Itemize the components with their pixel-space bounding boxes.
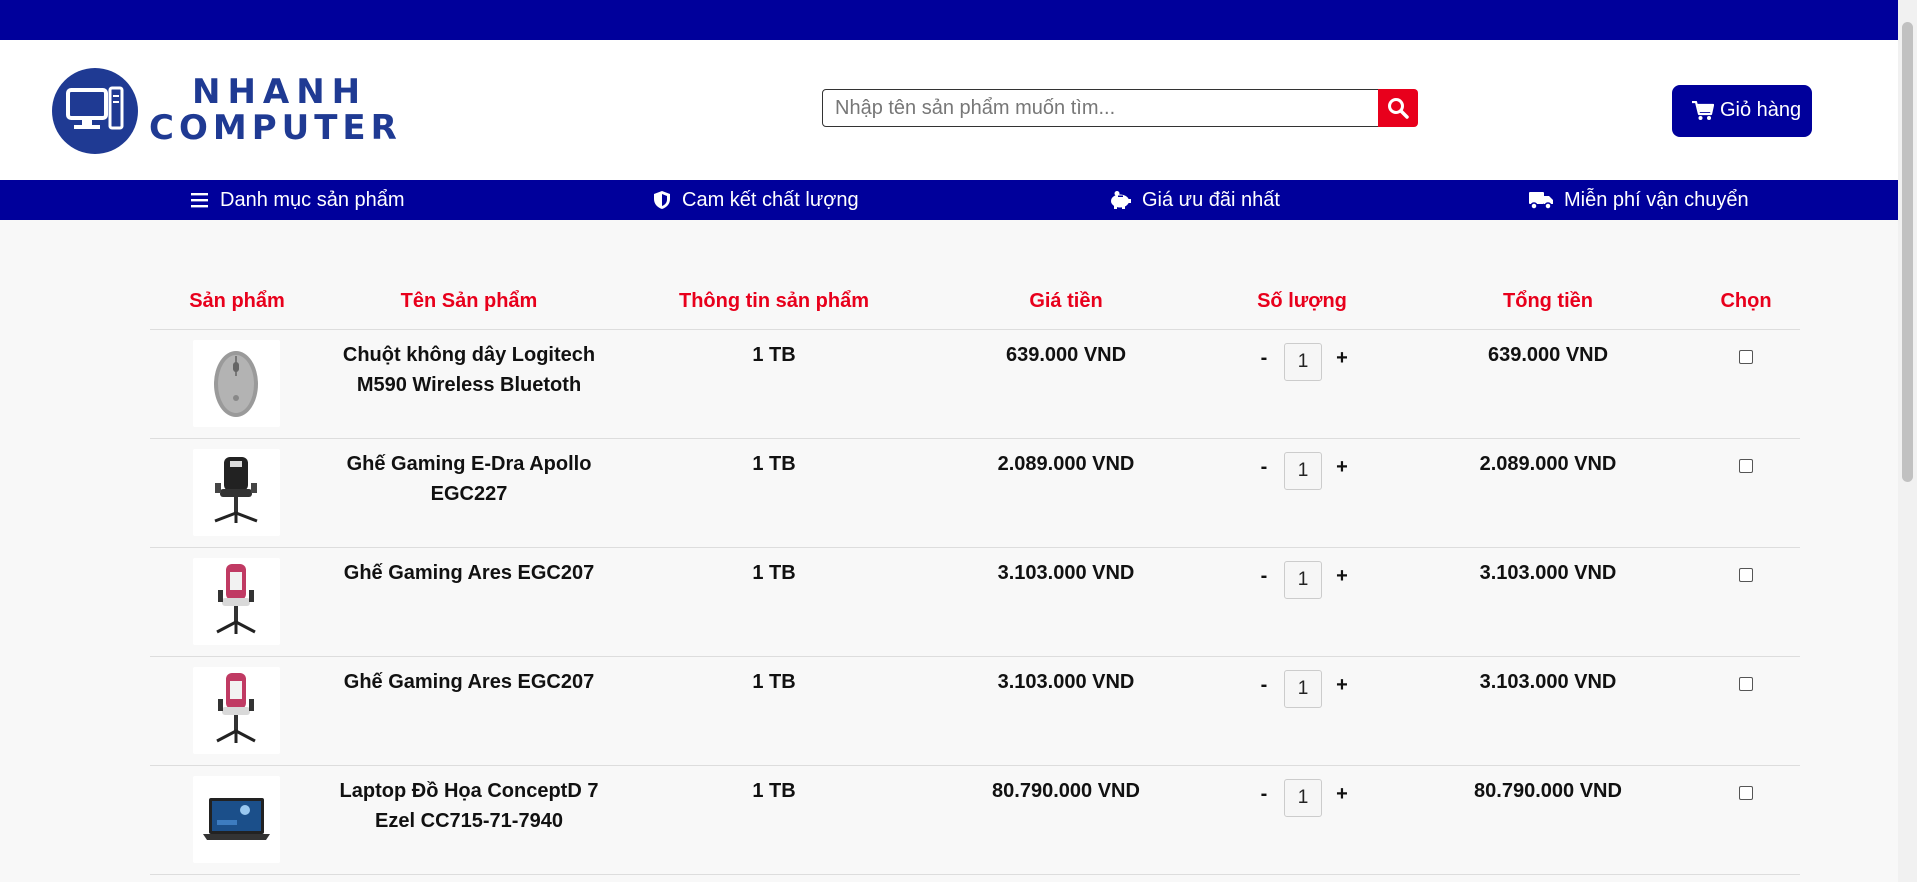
nav-item-free-shipping[interactable]: Miễn phí vận chuyển	[1528, 180, 1749, 220]
product-total: 80.790.000 VND	[1474, 780, 1622, 802]
quantity-input[interactable]: 1	[1284, 561, 1322, 599]
product-price: 80.790.000 VND	[992, 780, 1140, 802]
site-header: NHANH COMPUTER Giỏ hàng	[0, 40, 1898, 180]
table-row: Ghế Gaming Ares EGC207 1 TB 3.103.000 VN…	[150, 657, 1800, 766]
shield-icon	[654, 191, 670, 209]
table-header: Sản phẩm Tên Sản phẩm Thông tin sản phẩm…	[150, 288, 1800, 330]
product-name[interactable]: Ghế Gaming Ares EGC207	[344, 667, 594, 697]
product-total: 3.103.000 VND	[1479, 671, 1617, 693]
quantity-input[interactable]: 1	[1284, 670, 1322, 708]
product-image-laptop[interactable]	[193, 776, 280, 863]
product-info: 1 TB	[752, 453, 796, 475]
product-info: 1 TB	[752, 344, 796, 366]
quantity-decrease-button[interactable]: -	[1256, 347, 1272, 370]
table-row: Laptop Đồ Họa ConceptD 7 Ezel CC715-71-7…	[150, 766, 1800, 875]
nav-item-label: Miễn phí vận chuyển	[1564, 188, 1749, 211]
product-info: 1 TB	[752, 780, 796, 802]
product-total: 3.103.000 VND	[1479, 562, 1617, 584]
table-row: Chuột không dây Logitech M590 Wireless B…	[150, 330, 1800, 439]
select-checkbox[interactable]	[1739, 786, 1753, 800]
quantity-decrease-button[interactable]: -	[1256, 565, 1272, 588]
nav-item-quality[interactable]: Cam kết chất lượng	[652, 180, 859, 220]
product-price: 639.000 VND	[1005, 344, 1127, 366]
nav-item-label: Danh mục sản phẩm	[220, 188, 405, 211]
product-image-chair[interactable]	[193, 449, 280, 536]
search-button[interactable]	[1378, 89, 1418, 127]
column-header-price: Giá tiền	[1029, 290, 1103, 312]
quantity-decrease-button[interactable]: -	[1256, 456, 1272, 479]
product-total: 2.089.000 VND	[1479, 453, 1617, 475]
product-name[interactable]: Chuột không dây Logitech M590 Wireless B…	[343, 340, 595, 400]
column-header-name: Tên Sản phẩm	[400, 290, 538, 312]
quantity-increase-button[interactable]: +	[1334, 347, 1350, 370]
truck-icon	[1529, 192, 1553, 210]
quantity-decrease-button[interactable]: -	[1256, 783, 1272, 806]
product-name[interactable]: Laptop Đồ Họa ConceptD 7 Ezel CC715-71-7…	[340, 776, 599, 836]
nav-item-label: Cam kết chất lượng	[682, 188, 859, 211]
cart-button[interactable]: Giỏ hàng	[1672, 85, 1812, 137]
product-total: 639.000 VND	[1487, 344, 1609, 366]
menu-icon	[191, 193, 208, 208]
quantity-stepper: - 1 +	[1256, 452, 1376, 490]
product-info: 1 TB	[752, 671, 796, 693]
search-bar	[822, 89, 1418, 128]
select-checkbox[interactable]	[1739, 350, 1753, 364]
site-logo[interactable]: NHANH COMPUTER	[52, 68, 412, 158]
quantity-input[interactable]: 1	[1284, 452, 1322, 490]
computer-logo-icon	[52, 68, 138, 154]
quantity-stepper: - 1 +	[1256, 343, 1376, 381]
nav-bar: Danh mục sản phẩm Cam kết chất lượng Giá…	[0, 180, 1898, 220]
select-checkbox[interactable]	[1739, 459, 1753, 473]
column-header-product: Sản phẩm	[189, 290, 285, 312]
quantity-input[interactable]: 1	[1284, 343, 1322, 381]
scrollbar-thumb[interactable]	[1902, 22, 1913, 482]
product-name[interactable]: Ghế Gaming E-Dra Apollo EGC227	[347, 449, 592, 509]
product-image-chair[interactable]	[193, 667, 280, 754]
quantity-stepper: - 1 +	[1256, 670, 1376, 708]
nav-item-categories[interactable]: Danh mục sản phẩm	[190, 180, 405, 220]
quantity-stepper: - 1 +	[1256, 779, 1376, 817]
product-name[interactable]: Ghế Gaming Ares EGC207	[344, 558, 594, 588]
cart-label: Giỏ hàng	[1720, 99, 1802, 121]
product-image-mouse[interactable]	[193, 340, 280, 427]
search-icon	[1388, 98, 1409, 119]
quantity-increase-button[interactable]: +	[1334, 565, 1350, 588]
table-row: Ghế Gaming E-Dra Apollo EGC227 1 TB 2.08…	[150, 439, 1800, 548]
column-header-info: Thông tin sản phẩm	[679, 290, 869, 312]
column-header-select: Chọn	[1720, 290, 1772, 312]
product-image-chair[interactable]	[193, 558, 280, 645]
quantity-increase-button[interactable]: +	[1334, 674, 1350, 697]
product-price: 3.103.000 VND	[997, 671, 1135, 693]
product-price: 3.103.000 VND	[997, 562, 1135, 584]
piggy-bank-icon	[1111, 191, 1131, 209]
quantity-decrease-button[interactable]: -	[1256, 674, 1272, 697]
top-bar	[0, 0, 1898, 40]
nav-item-best-price[interactable]: Giá ưu đãi nhất	[1108, 180, 1280, 220]
vertical-scrollbar[interactable]	[1898, 0, 1917, 882]
table-row: Ghế Gaming Ares EGC207 1 TB 3.103.000 VN…	[150, 548, 1800, 657]
logo-text-line1: NHANH	[192, 72, 368, 112]
quantity-stepper: - 1 +	[1256, 561, 1376, 599]
search-input[interactable]	[822, 89, 1380, 127]
quantity-input[interactable]: 1	[1284, 779, 1322, 817]
column-header-quantity: Số lượng	[1257, 290, 1347, 312]
nav-item-label: Giá ưu đãi nhất	[1142, 188, 1280, 211]
product-price: 2.089.000 VND	[997, 453, 1135, 475]
select-checkbox[interactable]	[1739, 677, 1753, 691]
cart-icon	[1692, 101, 1714, 120]
product-info: 1 TB	[752, 562, 796, 584]
select-checkbox[interactable]	[1739, 568, 1753, 582]
quantity-increase-button[interactable]: +	[1334, 783, 1350, 806]
quantity-increase-button[interactable]: +	[1334, 456, 1350, 479]
logo-text-line2: COMPUTER	[149, 108, 402, 148]
column-header-total: Tổng tiền	[1503, 290, 1593, 312]
